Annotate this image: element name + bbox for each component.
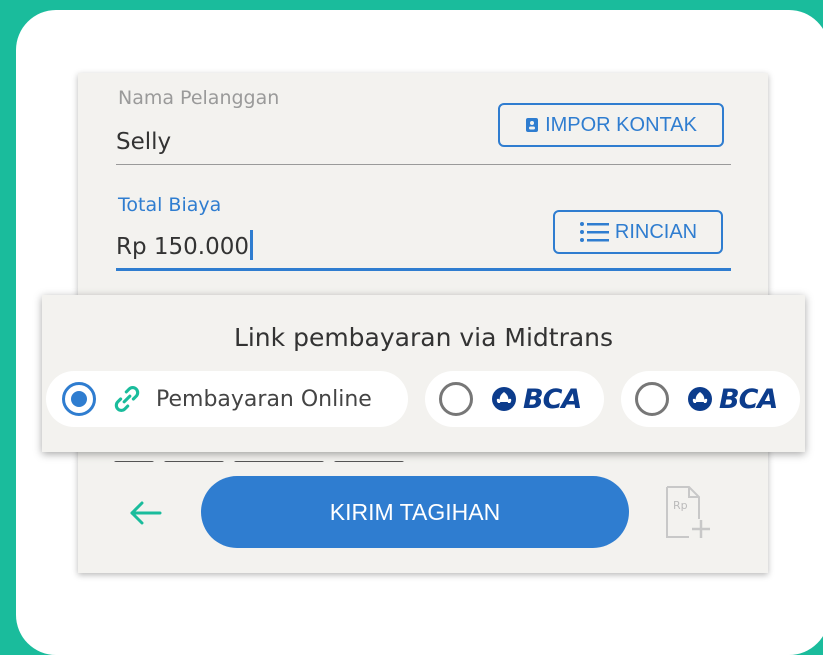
bca-logo: BCA: [687, 383, 778, 415]
payment-option-bca-2[interactable]: BCA: [621, 371, 800, 427]
total-cost-input[interactable]: Rp 150.000: [116, 230, 254, 260]
radio-unselected[interactable]: [635, 382, 669, 416]
list-icon: [579, 222, 609, 242]
invoice-add-shape: [666, 486, 710, 538]
customer-name-input[interactable]: Selly: [116, 129, 171, 155]
send-invoice-button[interactable]: KIRIM TAGIHAN: [201, 476, 629, 548]
popup-title: Link pembayaran via Midtrans: [233, 323, 614, 352]
details-label: RINCIAN: [614, 220, 698, 243]
invoice-add-icon[interactable]: Rp: [665, 485, 710, 540]
bca-emblem-icon: [688, 387, 712, 411]
details-button[interactable]: RINCIAN: [553, 210, 723, 254]
bca-label: BCA: [719, 383, 778, 415]
send-invoice-label: KIRIM TAGIHAN: [329, 498, 501, 525]
radio-unselected[interactable]: [439, 382, 473, 416]
arrow-left-icon[interactable]: [127, 498, 163, 528]
customer-name-label: Nama Pelanggan: [118, 87, 280, 109]
payment-option-online-label: Pembayaran Online: [156, 386, 372, 412]
payment-method-popup: Link pembayaran via Midtrans Pembayaran …: [42, 295, 805, 452]
import-contact-label: IMPOR KONTAK: [545, 113, 697, 136]
radio-selected[interactable]: [62, 382, 96, 416]
import-contact-button[interactable]: IMPOR KONTAK: [498, 103, 724, 147]
invoice-icon-text: Rp: [673, 499, 688, 512]
total-cost-value: Rp 150.000: [116, 234, 250, 260]
text-caret: [250, 230, 254, 260]
total-cost-label: Total Biaya: [118, 194, 222, 216]
bca-logo: BCA: [491, 383, 582, 415]
obscured-text: [114, 452, 734, 462]
total-cost-underline: [116, 268, 731, 271]
payment-option-bca-1[interactable]: BCA: [425, 371, 604, 427]
bca-label: BCA: [523, 383, 582, 415]
contact-book-icon: [526, 118, 539, 132]
link-icon: [114, 386, 140, 412]
customer-name-underline: [116, 164, 731, 165]
bca-emblem-icon: [492, 387, 516, 411]
payment-option-online[interactable]: Pembayaran Online: [46, 371, 408, 427]
